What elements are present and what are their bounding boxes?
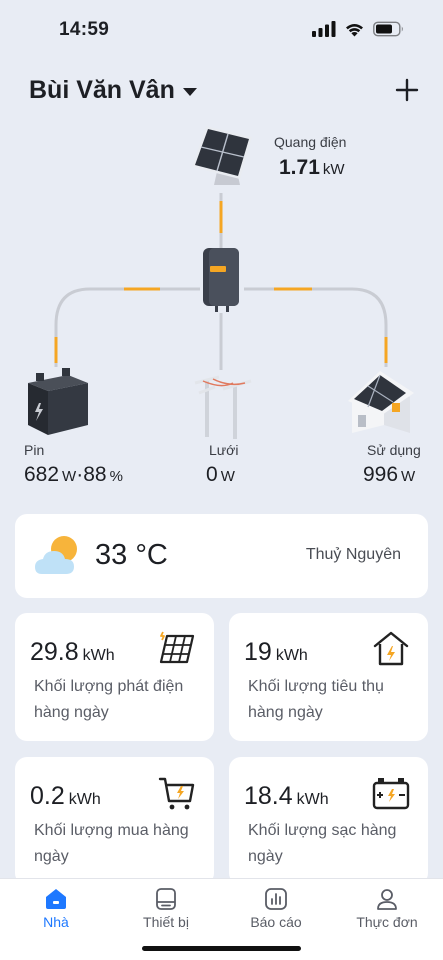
station-name: Bùi Văn Vân (29, 76, 175, 104)
partly-cloudy-icon (35, 536, 77, 574)
stat-card-purchase[interactable]: 0.2 kWh Khối lượng mua hàng ngày (15, 757, 214, 885)
tab-home-label: Nhà (43, 914, 69, 930)
stat-label: Khối lượng phát điện hàng ngày (34, 678, 184, 721)
load-values: 996 W (363, 463, 415, 487)
load-power-number: 996 (363, 463, 399, 486)
stat-card-charge[interactable]: 18.4 kWh Khối lượng sạc hàng ngày (229, 757, 428, 885)
grid-power-number: 0 (206, 463, 218, 486)
battery-charge-icon (372, 778, 410, 810)
battery-icon (28, 368, 88, 435)
cellular-signal-icon (312, 21, 336, 37)
grid-label: Lưới (209, 442, 239, 458)
station-selector[interactable]: Bùi Văn Vân (29, 76, 197, 105)
energy-flow-diagram: Quang điện 1.71 kW Pin 682 W·88% Lưới 0 … (0, 115, 443, 505)
stat-unit: kWh (68, 791, 101, 808)
tab-devices[interactable]: Thiết bị (116, 887, 216, 930)
weather-card[interactable]: 33 °C Thuỷ Nguyên (15, 514, 428, 598)
stat-value: 19 kWh (244, 638, 308, 667)
stat-value: 0.2 kWh (30, 782, 101, 811)
battery-values: 682 W·88% (24, 463, 123, 487)
stat-number: 29.8 (30, 638, 79, 666)
pv-power-number: 1.71 (279, 156, 320, 179)
grid-tower-icon (194, 375, 252, 439)
tab-menu[interactable]: Thực đơn (337, 887, 437, 930)
stat-number: 18.4 (244, 782, 293, 810)
stat-card-generation[interactable]: 29.8 kWh Khối lượng phát điện hàng ngày (15, 613, 214, 741)
house-power-icon (373, 631, 409, 666)
tab-devices-label: Thiết bị (143, 914, 189, 930)
temperature: 33 °C (95, 539, 168, 571)
tab-reports[interactable]: Báo cáo (226, 887, 326, 930)
battery-power-unit: W (62, 468, 77, 485)
battery-label: Pin (24, 442, 45, 458)
stat-card-consumption[interactable]: 19 kWh Khối lượng tiêu thụ hàng ngày (229, 613, 428, 741)
cart-power-icon (158, 777, 195, 810)
user-icon (377, 889, 397, 910)
status-bar: 14:59 (0, 0, 443, 60)
pv-label: Quang điện (274, 134, 347, 150)
header: Bùi Văn Vân (0, 74, 443, 110)
add-station-button[interactable] (395, 78, 419, 102)
battery-soc-unit: % (109, 468, 123, 485)
stat-number: 0.2 (30, 782, 65, 810)
tab-home[interactable]: Nhà (6, 887, 106, 930)
weather-location: Thuỷ Nguyên (305, 546, 401, 563)
wifi-icon (346, 24, 363, 37)
stat-value: 18.4 kWh (244, 782, 329, 811)
stat-value: 29.8 kWh (30, 638, 115, 667)
report-icon (265, 888, 287, 910)
battery-power-number: 682 (24, 463, 60, 486)
home-indicator (142, 946, 301, 951)
load-power-unit: W (401, 468, 416, 485)
status-icons (312, 21, 405, 37)
device-icon (156, 888, 176, 910)
stat-label: Khối lượng mua hàng ngày (34, 822, 189, 865)
tab-reports-label: Báo cáo (250, 914, 302, 930)
stat-number: 19 (244, 638, 272, 666)
stat-unit: kWh (275, 647, 308, 664)
pv-power-value: 1.71 kW (279, 156, 345, 180)
stat-unit: kWh (82, 647, 115, 664)
stat-label: Khối lượng tiêu thụ hàng ngày (248, 678, 384, 721)
house-icon (348, 371, 414, 433)
solar-panel-icon (192, 126, 252, 185)
solar-panel-icon (159, 631, 195, 664)
status-time: 14:59 (59, 19, 110, 40)
load-label: Sử dụng (367, 442, 421, 458)
caret-down-icon (182, 87, 197, 96)
tab-menu-label: Thực đơn (356, 914, 418, 930)
grid-values: 0W (206, 463, 235, 487)
battery-soc-number: 88 (83, 463, 107, 486)
home-icon (46, 889, 66, 909)
stat-label: Khối lượng sạc hàng ngày (248, 822, 397, 865)
pv-power-unit: kW (322, 161, 345, 178)
grid-power-unit: W (220, 468, 235, 485)
inverter-icon (203, 248, 239, 312)
battery-status-icon (373, 21, 403, 37)
stat-unit: kWh (296, 791, 329, 808)
